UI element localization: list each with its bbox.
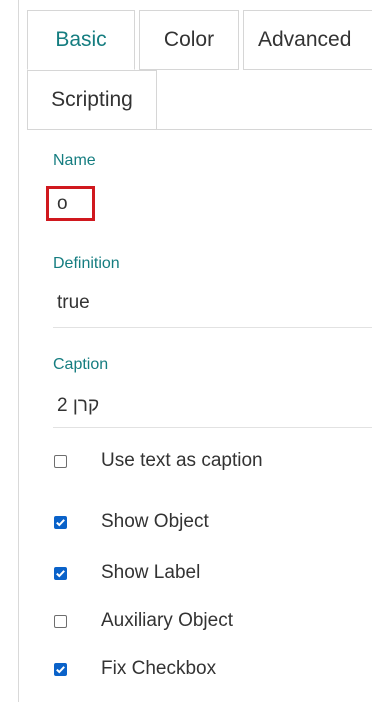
tab-basic[interactable]: Basic: [27, 10, 135, 70]
check-icon: [56, 518, 65, 526]
show-label-checkbox[interactable]: Show Label: [53, 558, 200, 588]
auxiliary-object-label: Auxiliary Object: [101, 610, 233, 631]
definition-underline: [53, 327, 372, 328]
properties-panel: Basic Color Advanced Scripting Name o De…: [18, 0, 372, 702]
tab-divider: [157, 129, 372, 130]
name-label: Name: [53, 152, 96, 169]
use-text-as-caption-checkbox[interactable]: Use text as caption: [53, 446, 263, 476]
tab-advanced[interactable]: Advanced: [243, 10, 372, 70]
tab-color[interactable]: Color: [139, 10, 239, 70]
checkbox-unchecked[interactable]: [54, 614, 67, 628]
definition-label: Definition: [53, 255, 120, 272]
show-object-label: Show Object: [101, 511, 209, 532]
checkbox-checked[interactable]: [54, 566, 67, 580]
show-label-label: Show Label: [101, 562, 201, 583]
tab-scripting[interactable]: Scripting: [27, 70, 157, 130]
show-object-checkbox[interactable]: Show Object: [53, 507, 209, 537]
definition-value: true: [57, 292, 90, 313]
name-input[interactable]: o: [46, 186, 95, 221]
checkbox-unchecked[interactable]: [54, 454, 67, 468]
fix-checkbox-label: Fix Checkbox: [101, 658, 217, 679]
auxiliary-object-checkbox[interactable]: Auxiliary Object: [53, 606, 233, 636]
definition-input[interactable]: true: [57, 287, 372, 319]
caption-underline: [53, 427, 372, 428]
name-value: o: [57, 192, 68, 214]
check-icon: [56, 665, 65, 673]
tab-bar: Basic Color Advanced Scripting: [19, 0, 372, 150]
caption-value: קרן 2: [57, 395, 100, 416]
checkbox-checked[interactable]: [54, 515, 67, 529]
caption-input[interactable]: קרן 2: [57, 390, 372, 422]
use-text-as-caption-label: Use text as caption: [101, 450, 263, 471]
checkbox-checked[interactable]: [54, 662, 67, 676]
check-icon: [56, 569, 65, 577]
fix-checkbox-checkbox[interactable]: Fix Checkbox: [53, 654, 216, 684]
caption-label: Caption: [53, 356, 109, 373]
